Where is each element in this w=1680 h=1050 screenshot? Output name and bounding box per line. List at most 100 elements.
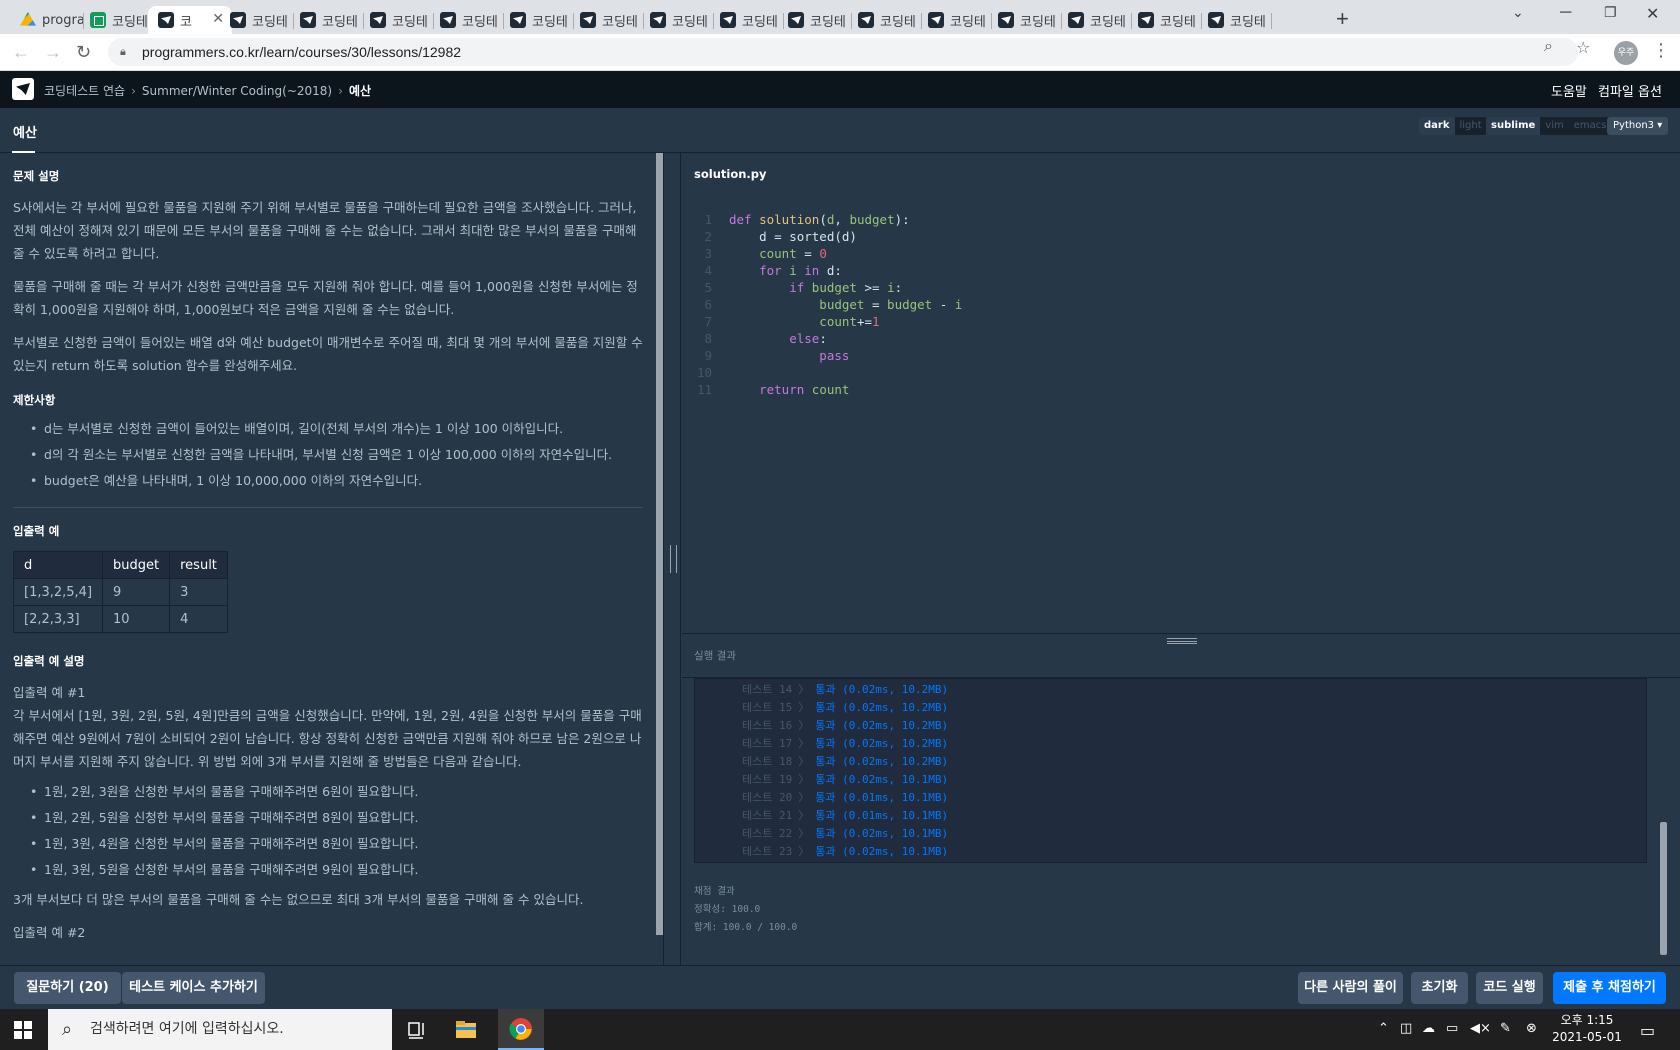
new-tab-button[interactable]: + xyxy=(1336,6,1349,32)
close-circle-icon[interactable]: ⊗ xyxy=(1526,1021,1537,1036)
browser-tab[interactable]: 코딩테 xyxy=(1128,6,1202,34)
breadcrumb-item[interactable]: 코딩테스트 연습 xyxy=(44,84,125,98)
table-cell: 3 xyxy=(169,578,228,606)
minimize-icon[interactable]: ─ xyxy=(1560,4,1571,22)
browser-tab[interactable]: 코딩테 xyxy=(220,6,294,34)
code-line[interactable]: 11 return count xyxy=(682,381,962,398)
code-token: count xyxy=(811,382,850,397)
section-title: 제한사항 xyxy=(13,393,56,407)
browser-menu-icon[interactable]: ⋮ xyxy=(1652,40,1670,61)
questions-button[interactable]: 질문하기 (20) xyxy=(14,972,121,1004)
browser-tab[interactable]: 코딩테 xyxy=(500,6,574,34)
code-line[interactable]: 10 xyxy=(682,364,962,381)
programmers-logo[interactable] xyxy=(12,78,34,100)
theme-dark-button[interactable]: dark xyxy=(1419,117,1455,135)
browser-tab[interactable]: 코딩테 xyxy=(360,6,434,34)
restore-icon[interactable]: ❐ xyxy=(1604,4,1617,21)
browser-tab[interactable]: 코딩테 xyxy=(710,6,784,34)
zoom-icon[interactable]: ⌕ xyxy=(1544,38,1553,56)
programmers-favicon-icon xyxy=(230,12,246,28)
code-token: for xyxy=(729,263,790,278)
line-number: 5 xyxy=(704,280,712,295)
code-line[interactable]: 7 count += 1 xyxy=(682,313,962,330)
profile-avatar[interactable]: 우주 xyxy=(1614,41,1638,65)
browser-tab[interactable]: 코딩테 xyxy=(80,6,154,34)
breadcrumb-current: 예산 xyxy=(348,84,372,98)
section-title: 문제 설명 xyxy=(13,169,60,183)
language-select[interactable]: Python3 ▾ xyxy=(1607,117,1669,135)
code-line[interactable]: 9 pass xyxy=(682,347,962,364)
code-token: count xyxy=(729,314,857,329)
code-editor[interactable]: solution.py 1 def solution(d, budget): 2 d… xyxy=(682,153,1680,634)
forward-icon[interactable]: → xyxy=(44,42,62,63)
chevron-up-icon[interactable]: ⌃ xyxy=(1378,1021,1389,1036)
theme-light-button[interactable]: light xyxy=(1455,117,1487,135)
browser-tab[interactable]: 코딩테 xyxy=(988,6,1062,34)
keymap-emacs-button[interactable]: emacs xyxy=(1569,117,1612,135)
programmers-favicon-icon xyxy=(300,12,316,28)
network-icon[interactable]: ▭ xyxy=(1446,1021,1458,1036)
notification-icon[interactable]: ▭ xyxy=(1640,1021,1655,1040)
close-window-icon[interactable]: ✕ xyxy=(1646,4,1659,24)
back-icon[interactable]: ← xyxy=(12,42,30,63)
breadcrumb-item[interactable]: Summer/Winter Coding(~2018) xyxy=(142,84,332,98)
problem-scrollbar[interactable] xyxy=(656,153,663,935)
test-number: 18 xyxy=(779,755,793,768)
grade-title: 채점 결과 xyxy=(694,886,735,897)
code-area[interactable]: 1 def solution(d, budget): 2 d = sorted(d)… xyxy=(682,211,962,398)
taskbar-search-input[interactable]: ⌕ 검색하려면 여기에 입력하십시오. xyxy=(48,1009,392,1050)
panel-resize-handle[interactable] xyxy=(663,153,681,965)
browser-tab[interactable]: 코딩테 xyxy=(848,6,922,34)
code-line[interactable]: 8 else: xyxy=(682,330,962,347)
output-resize-handle[interactable] xyxy=(1167,638,1197,644)
onedrive-cloud-icon[interactable]: ☁ xyxy=(1422,1021,1435,1036)
programmers-favicon-icon xyxy=(1138,12,1154,28)
file-explorer-icon[interactable] xyxy=(454,1018,478,1042)
code-line[interactable]: 1 def solution(d, budget): xyxy=(682,211,962,228)
reset-button[interactable]: 초기화 xyxy=(1411,972,1468,1004)
windows-start-icon[interactable] xyxy=(14,1021,32,1039)
help-link[interactable]: 도움말 xyxy=(1551,81,1587,100)
browser-tab[interactable]: 코딩테 xyxy=(570,6,644,34)
browser-tab[interactable]: 코딩테 xyxy=(778,6,852,34)
table-row: [1,3,2,5,4] 9 3 xyxy=(12,578,228,606)
submit-button[interactable]: 제출 후 채점하기 xyxy=(1553,972,1666,1004)
task-view-icon[interactable] xyxy=(404,1018,428,1042)
browser-tab[interactable]: 코딩테 xyxy=(1058,6,1132,34)
browser-tab[interactable]: 코딩테 xyxy=(918,6,992,34)
reload-icon[interactable]: ↻ xyxy=(76,42,91,63)
browser-tab[interactable]: 코딩테 xyxy=(430,6,504,34)
browser-tab[interactable]: progra xyxy=(10,6,84,34)
code-line[interactable]: 4 for i in d: xyxy=(682,262,962,279)
compile-options-link[interactable]: 컴파일 옵션 xyxy=(1598,81,1662,100)
keymap-sublime-button[interactable]: sublime xyxy=(1486,117,1541,135)
code-line[interactable]: 5 if budget >= i: xyxy=(682,279,962,296)
browser-tab[interactable]: 코딩테 xyxy=(290,6,364,34)
output-scrollbar[interactable] xyxy=(1660,822,1667,955)
tab-label: 코딩테 xyxy=(532,14,568,30)
site-navbar: 코딩테스트 연습 › Summer/Winter Coding(~2018) › 예산 … xyxy=(0,71,1680,108)
taskbar-clock[interactable]: 오후 1:15 2021-05-01 xyxy=(1552,1012,1622,1046)
other-solutions-button[interactable]: 다른 사람의 풀이 xyxy=(1298,972,1403,1004)
browser-tab[interactable]: 코딩테 xyxy=(640,6,714,34)
add-testcase-button[interactable]: 테스트 케이스 추가하기 xyxy=(122,972,265,1004)
programmers-favicon-icon xyxy=(510,12,526,28)
code-line[interactable]: 3 count = 0 xyxy=(682,245,962,262)
test-pass-text: 통과 (0.01ms, 10.1MB) xyxy=(815,809,949,822)
test-label: 테스트 xyxy=(742,683,773,696)
challenge-title: 예산 xyxy=(13,126,37,141)
run-code-button[interactable]: 코드 실행 xyxy=(1476,972,1543,1004)
breadcrumb: 코딩테스트 연습 › Summer/Winter Coding(~2018) › 예산 xyxy=(44,82,371,99)
keymap-vim-button[interactable]: vim xyxy=(1540,117,1568,135)
address-bar[interactable]: 🔒︎ programmers.co.kr/learn/courses/30/le… xyxy=(108,38,1578,66)
meet-now-icon[interactable]: ◫ xyxy=(1400,1021,1412,1036)
tab-search-icon[interactable]: ⌄ xyxy=(1512,4,1524,21)
chrome-taskbar-button[interactable] xyxy=(498,1009,544,1050)
programmers-favicon-icon xyxy=(1068,12,1084,28)
browser-tab[interactable]: 코딩테 xyxy=(1198,6,1272,34)
volume-muted-icon[interactable]: ◀× xyxy=(1470,1021,1491,1036)
code-line[interactable]: 6 budget = budget - i xyxy=(682,296,962,313)
pen-icon[interactable]: ✎ xyxy=(1500,1021,1511,1036)
bookmark-star-icon[interactable]: ☆ xyxy=(1576,38,1590,58)
code-line[interactable]: 2 d = sorted(d) xyxy=(682,228,962,245)
